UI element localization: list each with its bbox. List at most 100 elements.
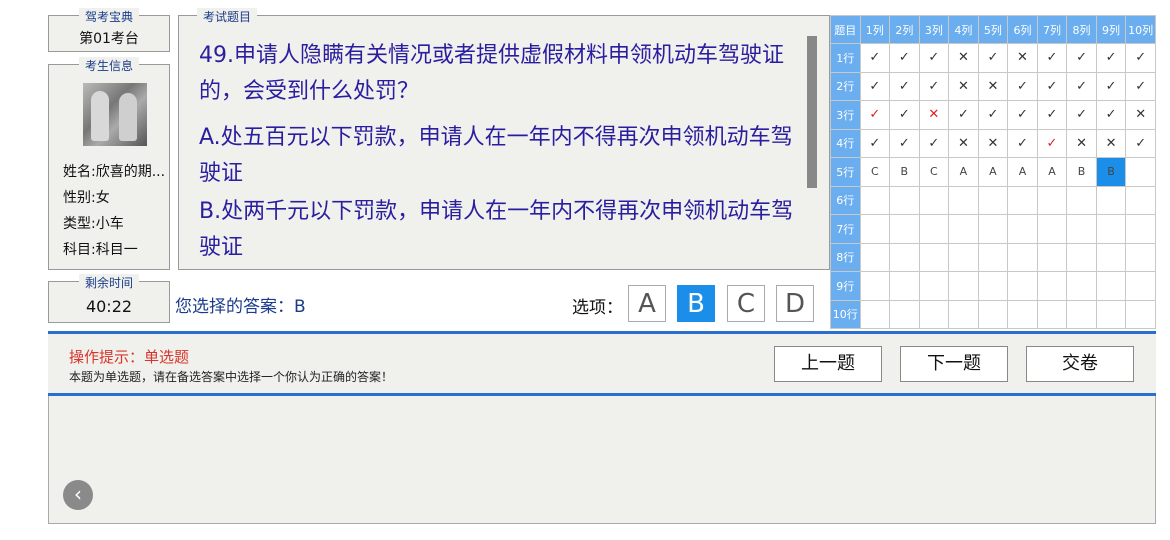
grid-cell[interactable]: C [918, 157, 950, 187]
grid-cell[interactable] [977, 185, 1009, 215]
grid-cell[interactable] [1066, 299, 1097, 329]
grid-cell[interactable] [859, 185, 891, 215]
grid-cell[interactable]: ✓ [1125, 71, 1156, 101]
grid-cell[interactable]: ✓ [859, 43, 891, 73]
grid-cell[interactable]: ✕ [977, 128, 1009, 158]
grid-cell[interactable]: ✓ [948, 100, 979, 130]
grid-cell[interactable] [918, 185, 950, 215]
grid-cell[interactable] [1036, 299, 1068, 329]
grid-cell[interactable] [1036, 271, 1068, 301]
grid-cell[interactable] [977, 242, 1009, 272]
grid-cell[interactable] [1095, 299, 1127, 329]
grid-cell[interactable]: ✓ [1066, 43, 1097, 73]
grid-cell[interactable]: ✓ [1036, 100, 1068, 130]
grid-cell[interactable]: ✕ [977, 71, 1009, 101]
grid-cell[interactable] [1125, 271, 1156, 301]
prev-question-button[interactable]: 上一题 [774, 346, 882, 382]
grid-cell[interactable] [1036, 214, 1068, 244]
grid-cell[interactable]: ✓ [1007, 128, 1038, 158]
grid-cell[interactable]: ✕ [948, 128, 979, 158]
grid-cell[interactable]: ✕ [918, 100, 950, 130]
grid-cell[interactable] [1036, 185, 1068, 215]
grid-cell[interactable] [1066, 242, 1097, 272]
grid-cell[interactable]: C [859, 157, 891, 187]
grid-cell[interactable] [859, 299, 891, 329]
grid-cell[interactable]: B [1095, 157, 1127, 187]
grid-cell[interactable]: ✓ [889, 43, 920, 73]
option-a-button[interactable]: A [628, 285, 666, 322]
grid-cell[interactable] [1007, 185, 1038, 215]
grid-cell[interactable]: ✓ [918, 71, 950, 101]
grid-cell[interactable] [1095, 214, 1127, 244]
grid-cell[interactable] [889, 214, 920, 244]
grid-cell[interactable] [948, 185, 979, 215]
grid-cell[interactable] [1007, 271, 1038, 301]
grid-cell[interactable]: A [1007, 157, 1038, 187]
chevron-left-icon[interactable]: ‹ [63, 480, 93, 510]
grid-cell[interactable]: ✓ [1095, 71, 1127, 101]
grid-cell[interactable]: ✕ [1095, 128, 1127, 158]
grid-cell[interactable] [948, 242, 979, 272]
grid-cell[interactable]: ✓ [918, 43, 950, 73]
grid-cell[interactable] [948, 299, 979, 329]
submit-exam-button[interactable]: 交卷 [1026, 346, 1134, 382]
grid-cell[interactable]: ✓ [889, 71, 920, 101]
grid-cell[interactable]: ✓ [1125, 43, 1156, 73]
grid-cell[interactable]: ✓ [1036, 128, 1068, 158]
grid-cell[interactable]: A [1036, 157, 1068, 187]
grid-cell[interactable] [1007, 242, 1038, 272]
question-scrollbar[interactable] [807, 36, 817, 188]
grid-cell[interactable] [1036, 242, 1068, 272]
grid-cell[interactable] [859, 242, 891, 272]
grid-cell[interactable] [977, 271, 1009, 301]
grid-cell[interactable]: ✓ [859, 100, 891, 130]
grid-cell[interactable]: ✓ [859, 71, 891, 101]
grid-cell[interactable]: ✓ [1036, 43, 1068, 73]
grid-cell[interactable]: ✓ [1095, 100, 1127, 130]
grid-cell[interactable]: ✕ [948, 71, 979, 101]
grid-cell[interactable] [889, 242, 920, 272]
grid-cell[interactable] [1125, 185, 1156, 215]
grid-cell[interactable] [918, 271, 950, 301]
grid-cell[interactable] [1125, 242, 1156, 272]
grid-cell[interactable]: ✓ [1007, 100, 1038, 130]
next-question-button[interactable]: 下一题 [900, 346, 1008, 382]
grid-cell[interactable]: ✓ [1036, 71, 1068, 101]
grid-cell[interactable]: ✓ [1066, 100, 1097, 130]
grid-cell[interactable] [948, 271, 979, 301]
grid-cell[interactable]: ✕ [1066, 128, 1097, 158]
grid-cell[interactable] [1066, 185, 1097, 215]
option-c-button[interactable]: C [727, 285, 765, 322]
grid-cell[interactable] [1066, 271, 1097, 301]
grid-cell[interactable] [1125, 157, 1156, 187]
grid-cell[interactable] [889, 185, 920, 215]
grid-cell[interactable] [948, 214, 979, 244]
grid-cell[interactable]: ✕ [1007, 43, 1038, 73]
grid-cell[interactable]: B [1066, 157, 1097, 187]
grid-cell[interactable]: A [948, 157, 979, 187]
grid-cell[interactable] [1007, 299, 1038, 329]
grid-cell[interactable]: ✓ [1007, 71, 1038, 101]
grid-cell[interactable] [1125, 214, 1156, 244]
grid-cell[interactable] [1007, 214, 1038, 244]
grid-cell[interactable]: B [889, 157, 920, 187]
option-d-button[interactable]: D [776, 285, 814, 322]
grid-cell[interactable]: ✓ [1125, 128, 1156, 158]
option-b-button[interactable]: B [677, 285, 715, 322]
grid-cell[interactable]: ✕ [1125, 100, 1156, 130]
grid-cell[interactable]: ✓ [889, 100, 920, 130]
grid-cell[interactable] [1095, 185, 1127, 215]
grid-cell[interactable]: ✓ [918, 128, 950, 158]
grid-cell[interactable] [889, 271, 920, 301]
grid-cell[interactable] [1066, 214, 1097, 244]
grid-cell[interactable] [1095, 242, 1127, 272]
grid-cell[interactable] [918, 242, 950, 272]
grid-cell[interactable]: ✓ [1095, 43, 1127, 73]
grid-cell[interactable]: ✓ [1066, 71, 1097, 101]
grid-cell[interactable] [918, 299, 950, 329]
grid-cell[interactable] [977, 299, 1009, 329]
grid-cell[interactable]: ✓ [977, 100, 1009, 130]
grid-cell[interactable] [977, 214, 1009, 244]
grid-cell[interactable] [859, 271, 891, 301]
grid-cell[interactable] [889, 299, 920, 329]
